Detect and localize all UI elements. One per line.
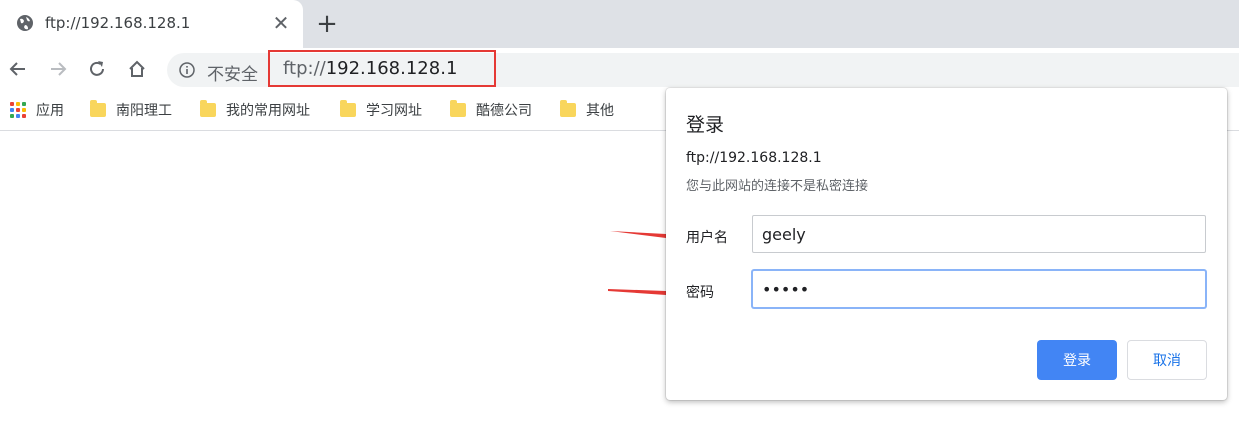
apps-icon <box>10 102 26 118</box>
bookmark-label: 应用 <box>36 103 64 119</box>
dialog-title: 登录 <box>686 114 725 136</box>
folder-icon <box>340 100 356 117</box>
username-label: 用户名 <box>686 230 728 246</box>
folder-icon <box>560 100 576 117</box>
tab-close-icon[interactable]: ✕ <box>270 12 292 34</box>
bookmark-folder[interactable]: 南阳理工 <box>90 100 172 120</box>
bookmark-apps[interactable]: 应用 <box>10 100 64 120</box>
username-field[interactable]: geely <box>752 215 1206 253</box>
forward-button[interactable] <box>45 56 71 82</box>
info-icon[interactable] <box>179 62 195 78</box>
bookmark-folder[interactable]: 我的常用网址 <box>200 100 310 120</box>
url-scheme: ftp:// <box>283 58 326 79</box>
dialog-host: ftp://192.168.128.1 <box>686 150 822 166</box>
url-host: 192.168.128.1 <box>325 58 458 79</box>
bookmark-label: 我的常用网址 <box>226 103 310 119</box>
arrow-right-icon <box>51 62 67 76</box>
reload-icon <box>90 61 104 76</box>
tab-title: ftp://192.168.128.1 <box>45 14 191 32</box>
home-icon <box>129 60 145 77</box>
active-tab[interactable]: ftp://192.168.128.1 ✕ <box>0 0 303 48</box>
url-text[interactable]: ftp://192.168.128.1 <box>283 58 457 79</box>
home-button[interactable] <box>124 56 150 82</box>
login-button[interactable]: 登录 <box>1037 340 1117 380</box>
bookmark-folder[interactable]: 酷德公司 <box>450 100 532 120</box>
bookmark-label: 其他 <box>586 103 614 119</box>
tab-strip: ftp://192.168.128.1 ✕ + <box>0 0 1239 48</box>
password-field[interactable]: ••••• <box>752 270 1206 308</box>
password-label: 密码 <box>686 285 714 301</box>
address-bar[interactable]: 不安全 ftp://192.168.128.1 <box>167 50 1239 87</box>
toolbar: 不安全 ftp://192.168.128.1 <box>0 48 1239 90</box>
cancel-button[interactable]: 取消 <box>1127 340 1207 380</box>
reload-button[interactable] <box>84 56 110 82</box>
arrow-left-icon <box>9 62 25 76</box>
bookmark-label: 南阳理工 <box>116 103 172 119</box>
folder-icon <box>450 100 466 117</box>
url-highlight-box: ftp://192.168.128.1 <box>268 50 496 87</box>
new-tab-button[interactable]: + <box>314 11 340 38</box>
security-status-text[interactable]: 不安全 <box>207 60 258 85</box>
bookmark-folder[interactable]: 学习网址 <box>340 100 422 120</box>
dialog-warning: 您与此网站的连接不是私密连接 <box>686 179 869 194</box>
login-dialog: 登录 ftp://192.168.128.1 您与此网站的连接不是私密连接 用户… <box>666 88 1227 400</box>
folder-icon <box>200 100 216 117</box>
globe-icon <box>17 15 33 31</box>
back-button[interactable] <box>5 56 31 82</box>
folder-icon <box>90 100 106 117</box>
bookmark-folder[interactable]: 其他 <box>560 100 614 120</box>
bookmark-label: 学习网址 <box>366 103 422 119</box>
bookmark-label: 酷德公司 <box>476 103 532 119</box>
